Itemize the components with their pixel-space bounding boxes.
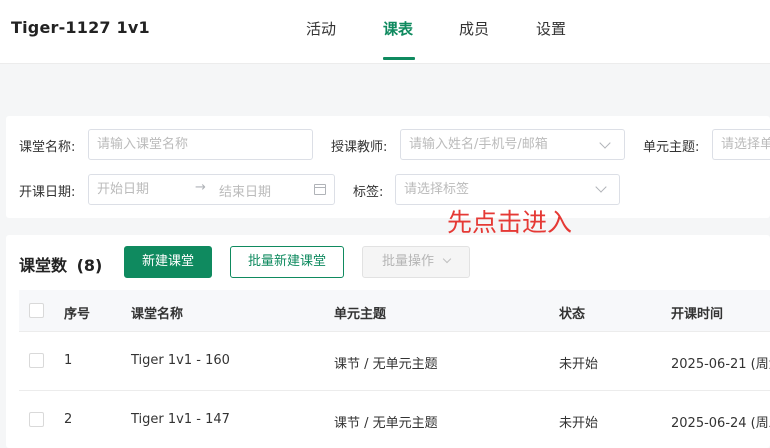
course-count-title: 课堂数 (8) — [19, 252, 102, 276]
select-all-checkbox[interactable] — [29, 303, 44, 318]
teacher-select[interactable]: 请输入姓名/手机号/邮箱 — [400, 129, 625, 160]
column-header-start-time: 开课时间 — [671, 307, 724, 322]
date-start-placeholder: 开始日期 — [97, 182, 150, 197]
course-name-label: 课堂名称: — [19, 140, 76, 155]
app-title: Tiger-1127 1v1 — [11, 18, 150, 37]
row-topic: 课节 / 无单元主题 — [334, 416, 438, 431]
date-end-placeholder: 结束日期 — [219, 185, 272, 200]
calendar-icon — [314, 184, 326, 195]
tags-label: 标签: — [353, 185, 384, 200]
unit-topic-label: 单元主题: — [643, 140, 700, 155]
batch-operations-label: 批量操作 — [381, 254, 434, 269]
tab-settings[interactable]: 设置 — [536, 18, 566, 39]
tab-members[interactable]: 成员 — [459, 18, 489, 39]
row-index: 2 — [64, 412, 73, 427]
row-start-time: 2025-06-24 (周二 — [671, 416, 770, 431]
column-header-index: 序号 — [64, 307, 91, 322]
row-topic: 课节 / 无单元主题 — [334, 357, 438, 372]
column-header-name: 课堂名称 — [131, 307, 184, 322]
row-start-time: 2025-06-21 (周六 — [671, 357, 770, 372]
tags-select[interactable]: 请选择标签 — [395, 174, 620, 205]
teacher-label: 授课教师: — [331, 140, 388, 155]
unit-topic-placeholder: 请选择单 — [721, 137, 770, 152]
chevron-down-icon — [442, 254, 452, 264]
active-tab-indicator — [383, 57, 415, 60]
row-status: 未开始 — [559, 416, 599, 431]
new-course-button[interactable]: 新建课堂 — [124, 246, 212, 278]
row-checkbox[interactable] — [29, 353, 44, 368]
annotation-text: 先点击进入 — [447, 208, 573, 237]
batch-new-course-button[interactable]: 批量新建课堂 — [230, 246, 344, 278]
batch-operations-button: 批量操作 — [362, 246, 470, 278]
course-count-label: 课堂数 — [19, 256, 68, 275]
row-status: 未开始 — [559, 357, 599, 372]
row-course-name[interactable]: Tiger 1v1 - 147 — [131, 412, 230, 427]
row-index: 1 — [64, 353, 73, 368]
unit-topic-select[interactable]: 请选择单 — [712, 129, 770, 160]
row-checkbox[interactable] — [29, 412, 44, 427]
arrow-right-icon: → — [195, 180, 206, 195]
course-count-value: (8) — [76, 256, 103, 275]
teacher-placeholder: 请输入姓名/手机号/邮箱 — [409, 137, 548, 152]
tags-placeholder: 请选择标签 — [404, 182, 470, 197]
start-date-label: 开课日期: — [19, 185, 76, 200]
tab-activities[interactable]: 活动 — [306, 18, 336, 39]
row-course-name[interactable]: Tiger 1v1 - 160 — [131, 353, 230, 368]
course-name-placeholder: 请输入课堂名称 — [97, 137, 189, 152]
course-name-input[interactable]: 请输入课堂名称 — [88, 129, 313, 160]
date-range-picker[interactable]: 开始日期 — [88, 174, 335, 205]
row-divider — [19, 390, 770, 391]
column-header-status: 状态 — [559, 307, 586, 322]
tab-schedule[interactable]: 课表 — [383, 18, 413, 39]
column-header-topic: 单元主题 — [334, 307, 387, 322]
